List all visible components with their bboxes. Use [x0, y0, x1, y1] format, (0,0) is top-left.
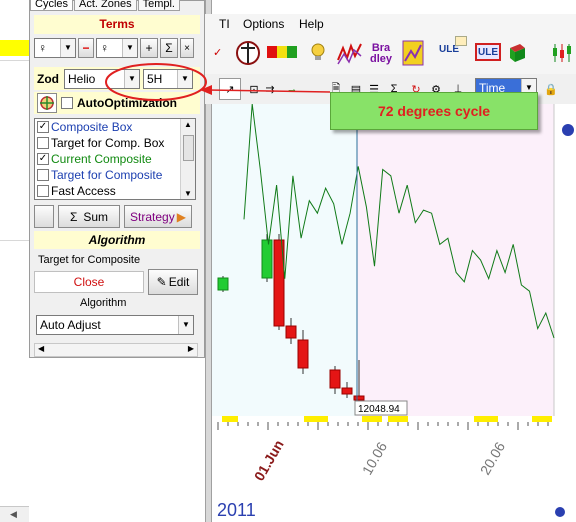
arrow-head-icon [200, 85, 212, 95]
callout-arrow [207, 89, 331, 93]
cycle-callout: 72 degrees cycle [330, 92, 538, 130]
highlight-circle [105, 63, 207, 101]
annotation-overlay [105, 63, 331, 101]
